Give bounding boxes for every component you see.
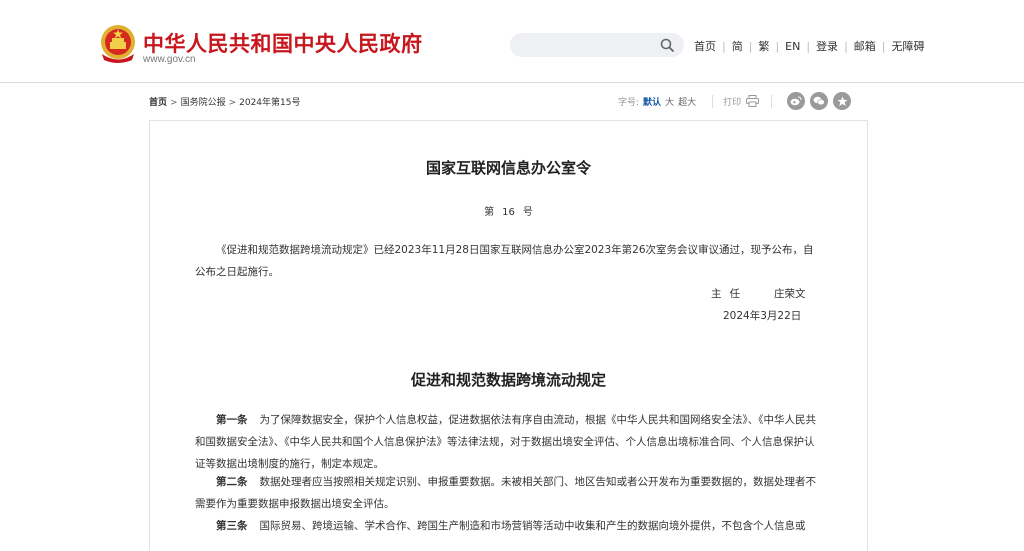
signature-date: 2024年3月22日 (723, 310, 802, 322)
order-number-prefix: 第 (484, 207, 495, 218)
nav-separator: | (844, 39, 848, 53)
top-nav: 首页 | 简 | 繁 | EN | 登录 | 邮箱 | 无障碍 (694, 38, 925, 54)
favorite-button[interactable] (833, 92, 852, 110)
order-number-suffix: 号 (522, 207, 533, 218)
signer-role: 主任 (711, 288, 748, 300)
nav-separator: | (722, 39, 726, 53)
font-size-default[interactable]: 默认 (643, 95, 661, 108)
site-domain: www.gov.cn (143, 54, 196, 65)
weibo-share-button[interactable] (787, 92, 806, 110)
font-size-xlarge[interactable]: 超大 (678, 95, 696, 108)
nav-separator: | (806, 39, 811, 53)
nav-traditional[interactable]: 繁 (758, 38, 769, 54)
weibo-icon (790, 96, 802, 106)
nav-simplified[interactable]: 简 (732, 38, 743, 54)
breadcrumb: 首页 > 国务院公报 >2024年第15号 (149, 95, 300, 108)
nav-separator: | (881, 39, 886, 53)
nav-accessibility[interactable]: 无障碍 (892, 38, 925, 54)
article-number: 第二条 (216, 476, 248, 488)
nav-separator: | (775, 39, 780, 53)
article-item: 第一条 为了保障数据安全，保护个人信息权益，促进数据依法有序自由流动，根据《中华人… (195, 409, 821, 475)
article-tools: 字号: 默认 大 超大 打印 (618, 92, 852, 110)
order-title: 国家互联网信息办公室令 (425, 159, 591, 177)
nav-login[interactable]: 登录 (816, 38, 838, 54)
site-header: 中华人民共和国中央人民政府 www.gov.cn 首页 | 简 | 繁 | EN | 登… (0, 0, 1024, 83)
article-number: 第一条 (216, 414, 248, 426)
article-item: 第三条 国际贸易、跨境运输、学术合作、跨国生产制造和市场营销等活动中收集和产生的数… (195, 515, 821, 537)
tools-divider (712, 94, 714, 108)
emblem-icon[interactable] (99, 24, 137, 64)
nav-english[interactable]: EN (785, 40, 800, 53)
tools-divider (771, 94, 773, 108)
article-item: 第二条 数据处理者应当按照相关规定识别、申报重要数据。未被相关部门、地区告知或者公… (195, 471, 821, 515)
article-number: 第三条 (216, 520, 248, 532)
signer-name: 庄荣文 (774, 288, 806, 300)
nav-home[interactable]: 首页 (694, 38, 716, 54)
breadcrumb-arrow: > (170, 98, 178, 108)
nav-mail[interactable]: 邮箱 (854, 38, 876, 54)
font-size-label: 字号: (618, 97, 640, 108)
breadcrumb-home[interactable]: 首页 (149, 98, 167, 108)
font-size-large[interactable]: 大 (665, 95, 674, 108)
preamble: 《促进和规范数据跨境流动规定》已经2023年11月28日国家互联网信息办公室20… (195, 244, 814, 278)
order-number: 第 16 号 (150, 203, 867, 218)
wechat-share-button[interactable] (810, 92, 829, 110)
favorite-icon (837, 96, 848, 106)
breadcrumb-issue[interactable]: 2024年第15号 (239, 98, 300, 108)
nav-separator: | (748, 39, 753, 53)
breadcrumb-gazette[interactable]: 国务院公报 (181, 98, 226, 108)
breadcrumb-arrow: > (228, 98, 237, 108)
print-label: 打印 (723, 97, 742, 108)
print-icon (746, 95, 760, 107)
article-text: 国际贸易、跨境运输、学术合作、跨国生产制造和市场营销等活动中收集和产生的数据向境… (259, 520, 806, 532)
wechat-icon (813, 96, 825, 106)
regulation-title: 促进和规范数据跨境流动规定 (410, 371, 606, 389)
search-box[interactable] (510, 33, 684, 57)
article-text: 数据处理者应当按照相关规定识别、申报重要数据。未被相关部门、地区告知或者公开发布… (195, 476, 816, 510)
print-button[interactable]: 打印 (723, 95, 760, 108)
order-number-value: 16 (502, 207, 515, 218)
search-icon[interactable] (660, 38, 674, 52)
article-body: 国家互联网信息办公室令 第 16 号 《促进和规范数据跨境流动规定》已经2023年1… (149, 120, 868, 551)
signature: 主任 庄荣文 (711, 286, 806, 301)
article-text: 为了保障数据安全，保护个人信息权益，促进数据依法有序自由流动，根据《中华人民共和… (195, 414, 816, 470)
